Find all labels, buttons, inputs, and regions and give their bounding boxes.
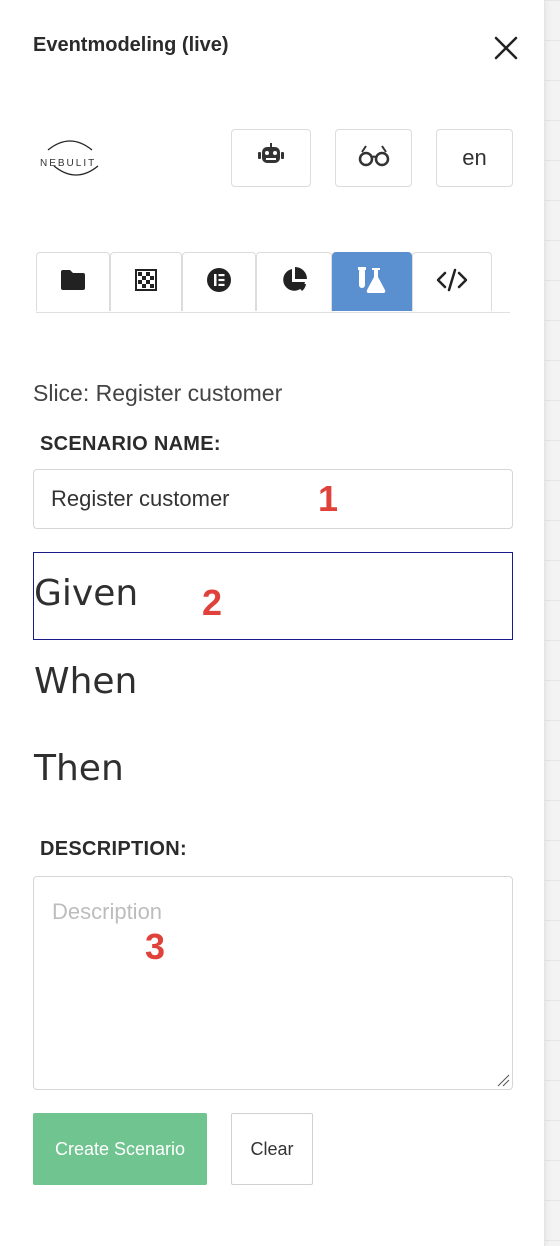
glasses-icon [358,143,390,174]
tab-elementor[interactable] [182,252,256,311]
tab-code[interactable] [412,252,492,311]
nebulit-logo: NEBULIT [40,140,104,184]
logo-text: NEBULIT [40,158,97,169]
given-heading: Given [34,573,139,614]
slice-label: Slice: Register customer [33,380,283,406]
pie-chart-icon [280,266,308,299]
tab-checkerboard[interactable] [110,252,182,311]
elementor-icon [206,267,232,298]
scenario-name-input[interactable]: Register customer [33,469,513,529]
code-icon [436,268,468,297]
tab-folder[interactable] [36,252,110,311]
tab-pie-chart[interactable] [256,252,332,311]
when-heading[interactable]: When [34,661,137,702]
scenario-name-label: SCENARIO NAME: [40,433,221,455]
flask-icon [357,266,387,299]
clear-button[interactable]: Clear [231,1113,313,1185]
robot-icon [256,141,286,176]
then-heading[interactable]: Then [34,748,124,789]
robot-button[interactable] [231,129,311,187]
create-scenario-button[interactable]: Create Scenario [33,1113,207,1185]
tab-bar [36,252,510,313]
annotation-marker-2: 2 [202,582,223,623]
description-textarea[interactable]: Description [33,876,513,1090]
scenario-panel: Eventmodeling (live) NEBULIT en Slice: R… [0,0,545,1246]
panel-title: Eventmodeling (live) [33,34,229,56]
glasses-button[interactable] [335,129,412,187]
description-label: DESCRIPTION: [40,838,187,860]
checkerboard-icon [135,268,157,296]
tab-flask[interactable] [332,252,412,311]
language-button[interactable]: en [436,129,513,187]
description-placeholder: Description [52,899,163,924]
annotation-marker-1: 1 [318,478,339,519]
close-icon[interactable] [492,34,520,62]
annotation-marker-3: 3 [145,926,166,967]
resize-handle-icon[interactable] [496,1073,510,1087]
folder-icon [60,269,86,296]
